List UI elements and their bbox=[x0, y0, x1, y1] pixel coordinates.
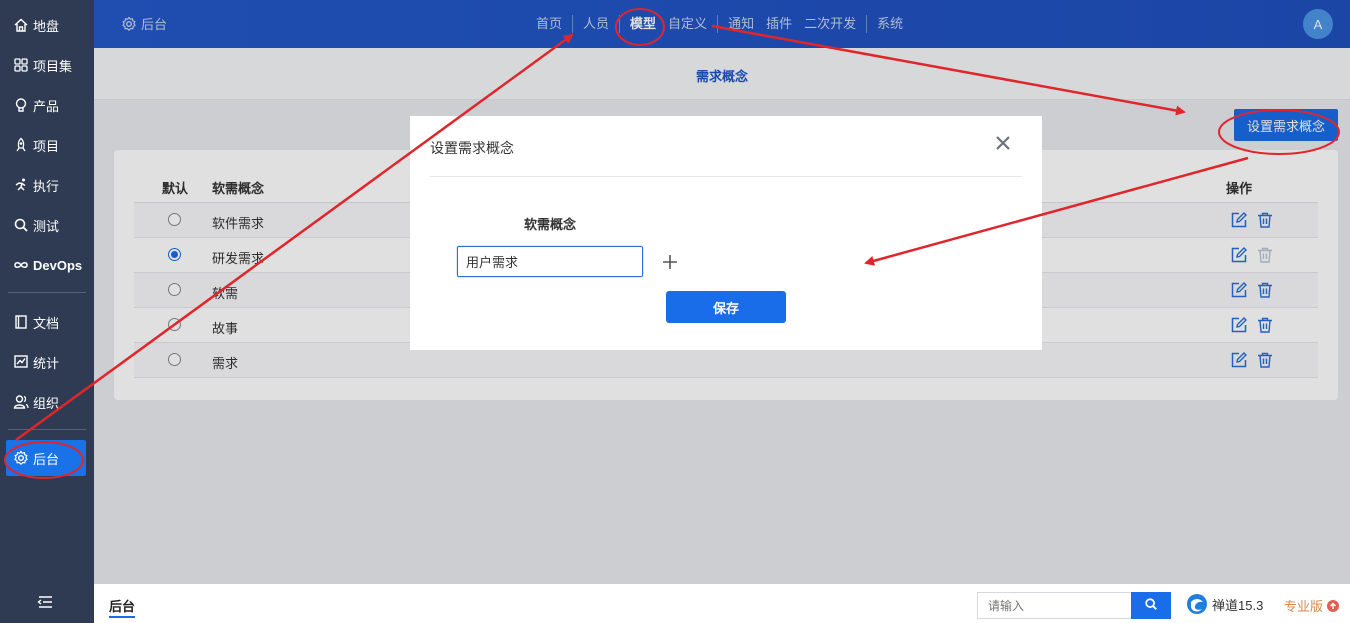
sidebar-item-label: 后台 bbox=[33, 451, 60, 467]
search-button[interactable] bbox=[1131, 592, 1171, 619]
dialog-title: 设置需求概念 bbox=[430, 140, 514, 156]
concept-input[interactable] bbox=[457, 246, 643, 277]
plus-icon[interactable] bbox=[660, 252, 680, 272]
footer-bar: 后台 禅道15.3 专业版 bbox=[94, 584, 1350, 623]
sidebar-item-project[interactable]: 项目 bbox=[6, 127, 86, 163]
upgrade-icon bbox=[1327, 599, 1340, 612]
sidebar-item-label: 统计 bbox=[33, 355, 60, 371]
sidebar-item-label: 项目 bbox=[33, 138, 60, 154]
users-icon bbox=[12, 393, 30, 411]
edition-text: 专业版 bbox=[1284, 599, 1324, 614]
sidebar-item-execution[interactable]: 执行 bbox=[6, 167, 86, 203]
sidebar-item-label: DevOps bbox=[33, 257, 83, 273]
sidebar: 地盘 项目集 产品 项目 执行 测试 DevOps 文档 统计 组织 后台 bbox=[0, 0, 94, 623]
chart-icon bbox=[12, 353, 30, 371]
home-icon bbox=[12, 16, 30, 34]
close-icon[interactable] bbox=[994, 134, 1012, 152]
footer-tab-admin[interactable]: 后台 bbox=[109, 596, 136, 618]
infinity-icon bbox=[12, 256, 30, 274]
search-input[interactable] bbox=[977, 592, 1132, 619]
sidebar-item-dashboard[interactable]: 地盘 bbox=[6, 7, 86, 43]
sidebar-item-devops[interactable]: DevOps bbox=[6, 247, 86, 283]
save-button[interactable]: 保存 bbox=[666, 291, 786, 323]
sidebar-item-label: 文档 bbox=[33, 315, 60, 331]
dialog-divider bbox=[430, 176, 1022, 177]
run-icon bbox=[12, 176, 30, 194]
search-icon bbox=[12, 216, 30, 234]
sidebar-item-label: 产品 bbox=[33, 98, 60, 114]
sidebar-item-stats[interactable]: 统计 bbox=[6, 344, 86, 380]
bulb-icon bbox=[12, 96, 30, 114]
sidebar-item-label: 执行 bbox=[33, 178, 60, 194]
sidebar-item-org[interactable]: 组织 bbox=[6, 384, 86, 420]
sidebar-item-label: 组织 bbox=[33, 395, 60, 411]
brand-version: 禅道15.3 bbox=[1186, 593, 1263, 615]
sidebar-divider bbox=[8, 429, 86, 430]
sidebar-item-label: 测试 bbox=[33, 218, 60, 234]
sidebar-divider bbox=[8, 292, 86, 293]
menu-collapse-icon[interactable] bbox=[36, 594, 56, 612]
sidebar-item-label: 项目集 bbox=[33, 58, 73, 74]
set-concept-dialog: 设置需求概念 软需概念 保存 bbox=[410, 116, 1042, 350]
edition-link[interactable]: 专业版 bbox=[1284, 596, 1340, 615]
sidebar-item-product[interactable]: 产品 bbox=[6, 87, 86, 123]
search-icon bbox=[1144, 597, 1158, 614]
brand-text: 禅道15.3 bbox=[1212, 597, 1264, 613]
sidebar-item-label: 地盘 bbox=[33, 18, 60, 34]
rocket-icon bbox=[12, 136, 30, 154]
sidebar-item-admin[interactable]: 后台 bbox=[6, 440, 86, 476]
gear-icon bbox=[12, 449, 30, 467]
sidebar-item-program[interactable]: 项目集 bbox=[6, 47, 86, 83]
concept-field-label: 软需概念 bbox=[524, 217, 577, 232]
zentao-logo-icon bbox=[1186, 593, 1208, 615]
grid-icon bbox=[12, 56, 30, 74]
sidebar-item-test[interactable]: 测试 bbox=[6, 207, 86, 243]
book-icon bbox=[12, 313, 30, 331]
sidebar-item-doc[interactable]: 文档 bbox=[6, 304, 86, 340]
